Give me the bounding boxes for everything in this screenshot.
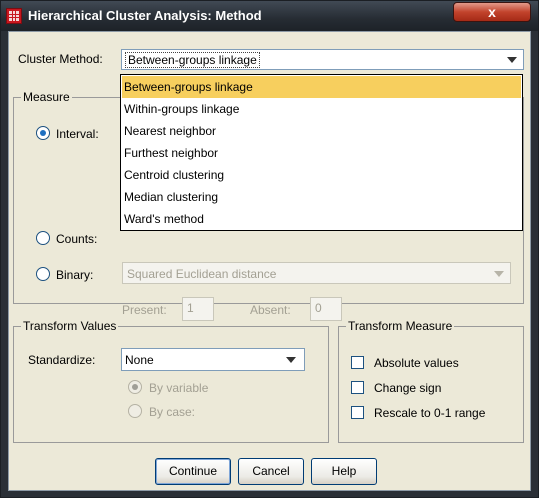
binary-label: Binary: xyxy=(56,268,94,282)
window-title: Hierarchical Cluster Analysis: Method xyxy=(28,8,262,23)
transform-values-group: Transform Values Standardize: None By va… xyxy=(13,319,329,443)
standardize-select[interactable]: None xyxy=(121,348,305,371)
title-bar[interactable]: Hierarchical Cluster Analysis: Method x xyxy=(1,1,538,31)
counts-radio[interactable] xyxy=(36,231,50,245)
cluster-method-dropdown-list[interactable]: Between-groups linkage Within-groups lin… xyxy=(120,74,523,231)
close-icon: x xyxy=(488,4,496,20)
close-button[interactable]: x xyxy=(453,2,531,22)
binary-measure-value: Squared Euclidean distance xyxy=(127,267,277,281)
absolute-values-label: Absolute values xyxy=(374,356,459,370)
cluster-method-select[interactable]: Between-groups linkage xyxy=(121,49,524,70)
change-sign-checkbox[interactable] xyxy=(351,381,364,394)
transform-measure-legend: Transform Measure xyxy=(346,319,455,333)
standardize-selected-value: None xyxy=(125,353,154,367)
by-variable-radio[interactable] xyxy=(128,380,142,394)
binary-measure-select[interactable]: Squared Euclidean distance xyxy=(122,262,511,284)
change-sign-label: Change sign xyxy=(374,381,442,395)
cluster-method-label: Cluster Method: xyxy=(18,52,103,66)
cluster-method-option[interactable]: Nearest neighbor xyxy=(122,120,521,142)
interval-label: Interval: xyxy=(56,127,99,141)
help-button[interactable]: Help xyxy=(311,458,377,485)
standardize-label: Standardize: xyxy=(28,353,96,367)
cluster-method-option[interactable]: Ward's method xyxy=(122,208,521,230)
transform-measure-group: Transform Measure Absolute values Change… xyxy=(338,319,524,443)
cluster-method-option[interactable]: Between-groups linkage xyxy=(122,76,521,98)
by-case-radio[interactable] xyxy=(128,404,142,418)
spss-app-icon xyxy=(6,8,22,24)
dialog-window: Hierarchical Cluster Analysis: Method x … xyxy=(0,0,539,498)
present-input[interactable]: 1 xyxy=(182,297,214,321)
by-case-label: By case: xyxy=(149,405,196,419)
rescale-label: Rescale to 0-1 range xyxy=(374,406,486,420)
cluster-method-option[interactable]: Centroid clustering xyxy=(122,164,521,186)
cluster-method-selected-value: Between-groups linkage xyxy=(125,52,260,68)
counts-label: Counts: xyxy=(56,232,98,246)
interval-radio[interactable] xyxy=(36,126,50,140)
absent-input[interactable]: 0 xyxy=(310,297,342,321)
present-label: Present: xyxy=(122,303,167,317)
absolute-values-checkbox[interactable] xyxy=(351,356,364,369)
transform-values-legend: Transform Values xyxy=(21,319,119,333)
continue-button[interactable]: Continue xyxy=(155,458,231,485)
cluster-method-option[interactable]: Median clustering xyxy=(122,186,521,208)
absent-label: Absent: xyxy=(250,303,291,317)
measure-legend: Measure xyxy=(21,90,72,104)
chevron-down-icon[interactable] xyxy=(286,357,296,363)
rescale-checkbox[interactable] xyxy=(351,406,364,419)
binary-radio[interactable] xyxy=(36,267,50,281)
cluster-method-option[interactable]: Within-groups linkage xyxy=(122,98,521,120)
cancel-button[interactable]: Cancel xyxy=(238,458,304,485)
chevron-down-icon[interactable] xyxy=(507,57,517,63)
cluster-method-option[interactable]: Furthest neighbor xyxy=(122,142,521,164)
by-variable-label: By variable xyxy=(149,381,209,395)
chevron-down-icon[interactable] xyxy=(494,271,504,277)
